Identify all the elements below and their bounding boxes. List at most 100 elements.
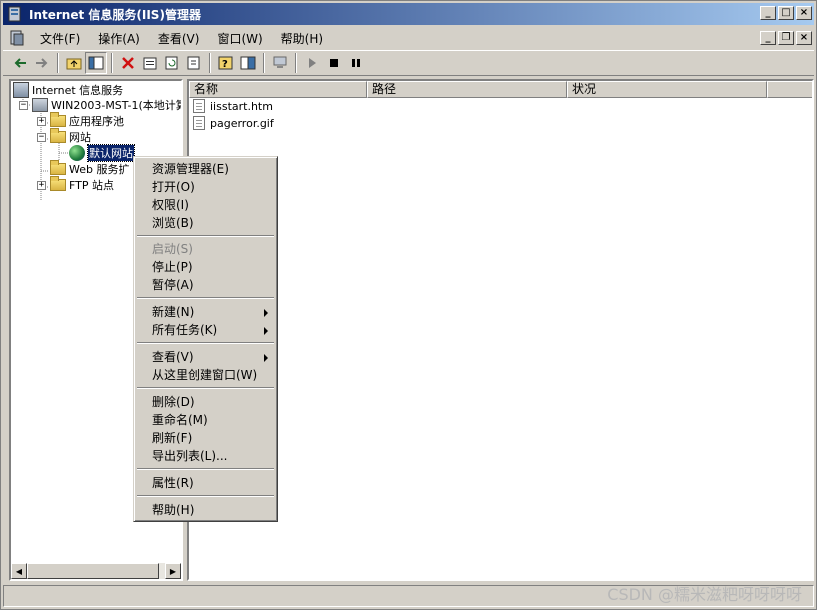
mdi-restore-button[interactable]: ❐ [778,31,794,45]
show-hide-tree-icon[interactable] [85,52,107,74]
up-folder-icon[interactable] [63,52,85,74]
tree-websites[interactable]: − 网站 [37,128,91,145]
menu-view[interactable]: 查看(V) [149,30,209,47]
tree-app-pools-label: 应用程序池 [69,115,124,128]
tree-default-site-label: 默认网站 [87,144,135,162]
collapse-toggle[interactable]: − [37,132,46,142]
tree-horizontal-scrollbar[interactable]: ◀ ▶ [11,563,181,579]
menu-item-delete[interactable]: 删除(D) [137,393,274,411]
tree-web-extensions[interactable]: Web 服务扩 [50,160,130,177]
toolbar: ? [3,50,814,76]
tree-ftp-label: FTP 站点 [69,179,114,192]
properties-icon[interactable] [139,52,161,74]
menu-action[interactable]: 操作(A) [89,30,149,47]
menu-item-explore[interactable]: 资源管理器(E) [137,160,274,178]
column-header-status[interactable]: 状况 [567,81,767,98]
tree-app-pools[interactable]: + 应用程序池 [37,112,124,129]
menu-window[interactable]: 窗口(W) [208,30,271,47]
menu-item-browse[interactable]: 浏览(B) [137,214,274,232]
help-icon[interactable]: ? [215,52,237,74]
window-title: Internet 信息服务(IIS)管理器 [29,7,201,22]
console-tree-icon[interactable] [237,52,259,74]
export-list-icon[interactable] [183,52,205,74]
column-header-path[interactable]: 路径 [367,81,567,98]
expand-toggle[interactable]: + [37,116,46,126]
menu-help[interactable]: 帮助(H) [272,30,332,47]
menu-file[interactable]: 文件(F) [31,30,89,47]
menu-separator [137,387,274,389]
folder-icon [50,160,66,175]
column-header-empty [767,81,812,98]
iis-app-icon [7,6,23,22]
toolbar-separator [263,53,265,73]
folder-icon [50,176,66,191]
mdi-minimize-button[interactable]: _ [760,31,776,45]
delete-icon[interactable] [117,52,139,74]
menu-item-view-label: 查看(V) [152,350,194,364]
list-item[interactable]: iisstart.htm [193,98,273,114]
menu-bar: 文件(F) 操作(A) 查看(V) 窗口(W) 帮助(H) _ ❐ × [3,27,814,49]
column-header-name[interactable]: 名称 [189,81,367,98]
submenu-arrow-icon [264,327,268,335]
menu-item-new-window[interactable]: 从这里创建窗口(W) [137,366,274,384]
menu-item-permissions[interactable]: 权限(I) [137,196,274,214]
context-menu: 资源管理器(E) 打开(O) 权限(I) 浏览(B) 启动(S) 停止(P) 暂… [133,156,278,522]
computer-icon[interactable] [269,52,291,74]
minimize-button[interactable]: _ [760,6,776,20]
back-arrow-icon[interactable] [9,52,31,74]
menu-item-properties[interactable]: 属性(R) [137,474,274,492]
close-button[interactable]: × [796,6,812,20]
maximize-button[interactable]: □ [778,6,794,20]
folder-icon [50,112,66,127]
menu-separator [137,297,274,299]
tree-websites-label: 网站 [69,131,91,144]
forward-arrow-icon[interactable] [31,52,53,74]
refresh-icon[interactable] [161,52,183,74]
details-list[interactable]: 名称 路径 状况 iisstart.htm pagerror.gif [187,79,814,581]
tree-default-site[interactable]: 默认网站 [69,144,135,162]
tree-root-label: Internet 信息服务 [32,84,124,97]
toolbar-separator [295,53,297,73]
svg-text:?: ? [222,59,228,70]
pause-icon[interactable] [345,52,367,74]
tree-root[interactable]: Internet 信息服务 [13,82,123,98]
menu-item-all-tasks[interactable]: 所有任务(K) [137,321,274,339]
scroll-right-button[interactable]: ▶ [165,563,181,579]
toolbar-separator [57,53,59,73]
start-icon[interactable] [301,52,323,74]
tree-server-label: WIN2003-MST-1(本地计算 [51,99,183,112]
menu-item-view[interactable]: 查看(V) [137,348,274,366]
list-header: 名称 路径 状况 [189,81,812,98]
tree-web-ext-label: Web 服务扩 [69,163,130,176]
collapse-toggle[interactable]: − [19,100,28,110]
menu-separator [137,342,274,344]
menu-item-stop[interactable]: 停止(P) [137,258,274,276]
scroll-thumb[interactable] [27,563,159,579]
menu-item-rename[interactable]: 重命名(M) [137,411,274,429]
watermark: CSDN @糯米滋粑呀呀呀呀 [607,585,802,604]
menu-item-new[interactable]: 新建(N) [137,303,274,321]
mmc-doc-icon[interactable] [9,30,25,46]
iis-root-icon [13,82,29,98]
menu-item-open[interactable]: 打开(O) [137,178,274,196]
tree-server[interactable]: − WIN2003-MST-1(本地计算 [19,97,183,113]
scroll-left-button[interactable]: ◀ [11,563,27,579]
menu-item-start[interactable]: 启动(S) [137,240,274,258]
list-item[interactable]: pagerror.gif [193,115,274,131]
menu-item-refresh[interactable]: 刷新(F) [137,429,274,447]
title-bar[interactable]: Internet 信息服务(IIS)管理器 _ □ × [3,3,814,25]
mdi-close-button[interactable]: × [796,31,812,45]
expand-toggle[interactable]: + [37,180,46,190]
menu-item-export[interactable]: 导出列表(L)... [137,447,274,465]
menu-item-pause[interactable]: 暂停(A) [137,276,274,294]
file-icon [193,99,205,113]
folder-icon [50,128,66,143]
globe-icon [69,145,85,161]
iis-manager-window: Internet 信息服务(IIS)管理器 _ □ × 文件(F) 操作(A) … [0,0,817,610]
stop-icon[interactable] [323,52,345,74]
file-icon [193,116,205,130]
tree-ftp-sites[interactable]: + FTP 站点 [37,176,114,193]
menu-separator [137,468,274,470]
mdi-buttons: _ ❐ × [760,31,812,45]
menu-item-help[interactable]: 帮助(H) [137,501,274,519]
